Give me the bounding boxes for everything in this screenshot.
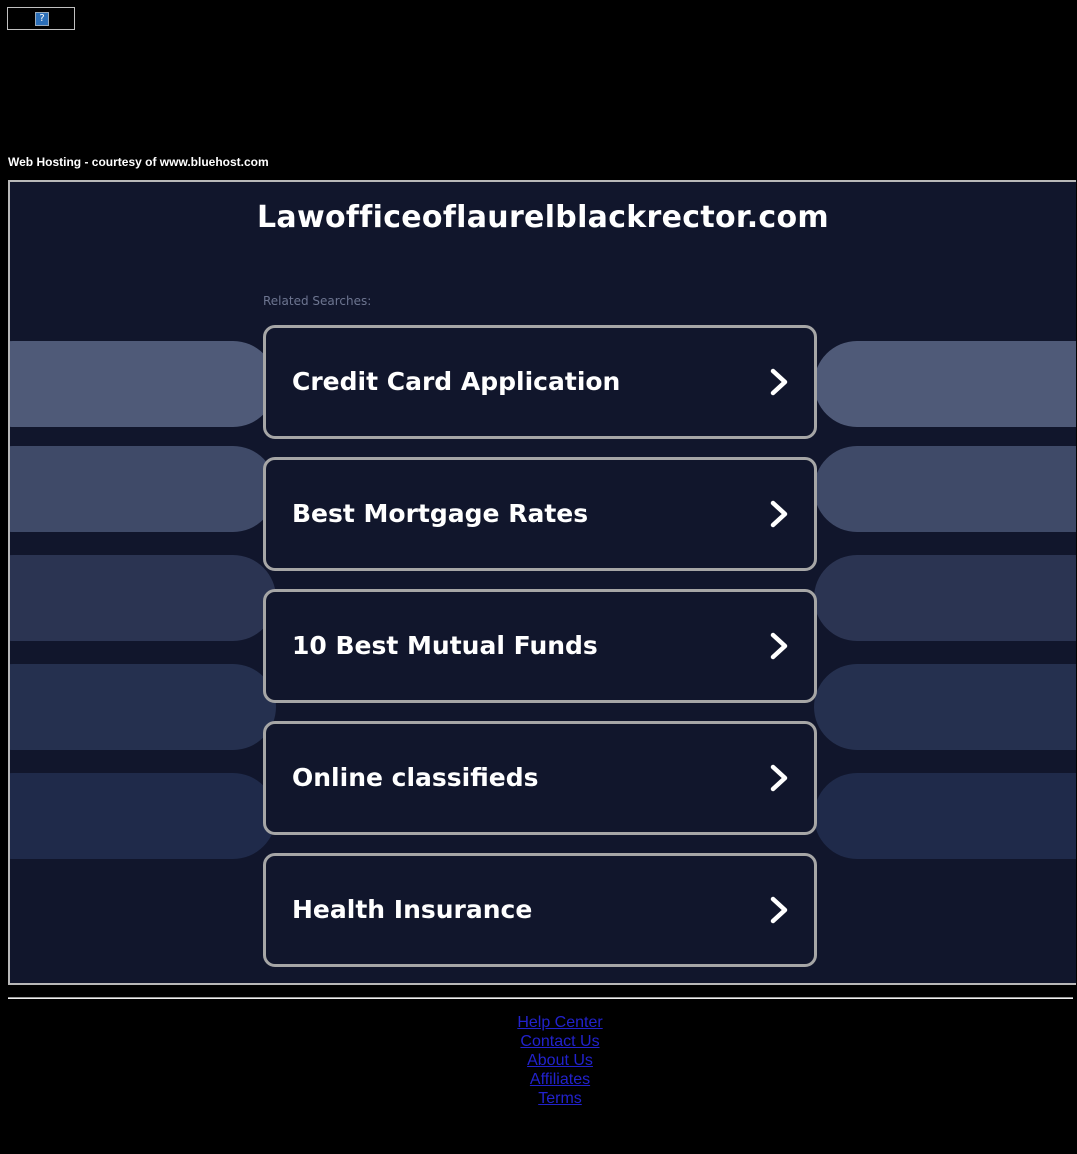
decorative-pill-left-4	[10, 664, 276, 750]
search-link-10-best-mutual-funds[interactable]: 10 Best Mutual Funds	[263, 589, 817, 703]
search-link-label: Best Mortgage Rates	[292, 499, 589, 528]
footer-link-help-center[interactable]: Help Center	[0, 1013, 1077, 1032]
search-link-label: 10 Best Mutual Funds	[292, 631, 598, 660]
decorative-pill-right-4	[814, 664, 1076, 750]
search-link-online-classifieds[interactable]: Online classifieds	[263, 721, 817, 835]
site-title: Lawofficeoflaurelblackrector.com	[257, 200, 829, 235]
decorative-pill-left-5	[10, 773, 276, 859]
broken-image-icon: ?	[35, 12, 49, 26]
search-link-credit-card-application[interactable]: Credit Card Application	[263, 325, 817, 439]
related-searches-label: Related Searches:	[263, 294, 372, 308]
search-link-label: Online classifieds	[292, 763, 539, 792]
footer-link-terms[interactable]: Terms	[0, 1089, 1077, 1108]
decorative-pill-right-3	[814, 555, 1076, 641]
decorative-pill-right-1	[814, 341, 1076, 427]
footer-link-contact-us[interactable]: Contact Us	[0, 1032, 1077, 1051]
parked-domain-panel: Lawofficeoflaurelblackrector.com Related…	[8, 180, 1076, 985]
chevron-right-icon	[770, 368, 788, 396]
decorative-pill-left-3	[10, 555, 276, 641]
footer-link-about-us[interactable]: About Us	[0, 1051, 1077, 1070]
footer-links: Help Center Contact Us About Us Affiliat…	[0, 1013, 1077, 1108]
footer-link-affiliates[interactable]: Affiliates	[0, 1070, 1077, 1089]
chevron-right-icon	[770, 632, 788, 660]
page: ? Web Hosting - courtesy of www.bluehost…	[0, 0, 1077, 1154]
chevron-right-icon	[770, 896, 788, 924]
search-link-best-mortgage-rates[interactable]: Best Mortgage Rates	[263, 457, 817, 571]
chevron-right-icon	[770, 764, 788, 792]
search-link-label: Credit Card Application	[292, 367, 621, 396]
decorative-pill-right-5	[814, 773, 1076, 859]
search-link-label: Health Insurance	[292, 895, 533, 924]
chevron-right-icon	[770, 500, 788, 528]
banner-image-placeholder[interactable]: ?	[7, 7, 75, 30]
decorative-pill-left-2	[10, 446, 276, 532]
decorative-pill-right-2	[814, 446, 1076, 532]
search-link-health-insurance[interactable]: Health Insurance	[263, 853, 817, 967]
footer-divider	[8, 997, 1073, 999]
hosting-note: Web Hosting - courtesy of www.bluehost.c…	[8, 155, 269, 169]
decorative-pill-left-1	[10, 341, 276, 427]
